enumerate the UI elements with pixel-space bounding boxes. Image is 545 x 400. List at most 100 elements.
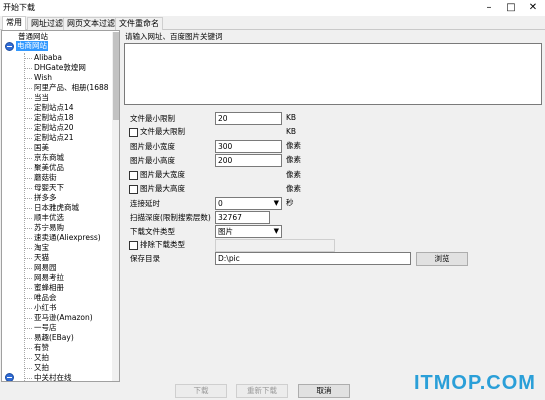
tree-scrollbar[interactable] [112, 32, 119, 381]
scrollbar-thumb[interactable] [113, 32, 119, 120]
file-max-checkbox[interactable] [129, 128, 138, 137]
tree-item[interactable]: 日本雅虎商城 [34, 203, 79, 213]
collapse-icon[interactable] [5, 42, 14, 51]
save-dir-label: 保存目录 [130, 254, 160, 263]
tree-connector [24, 58, 32, 59]
tree-item[interactable]: 拼多多 [34, 193, 57, 203]
tree-connector [24, 348, 32, 349]
minimize-icon[interactable]: – [478, 0, 500, 16]
tree-item[interactable]: 速卖通(Aliexpress) [34, 233, 101, 243]
tree-item[interactable]: 天猫 [34, 253, 49, 263]
tree-item[interactable]: 定制站点21 [34, 133, 74, 143]
tree-item[interactable]: 淘宝 [34, 243, 49, 253]
tree-item[interactable]: DHGate敦煌网 [34, 63, 86, 73]
tab-bar: 常用 网址过滤 网页文本过滤 文件重命名 [0, 16, 545, 31]
img-min-height-label: 图片最小高度 [130, 156, 175, 165]
tree-item[interactable]: 亚马逊(Amazon) [34, 313, 93, 323]
img-min-height-input[interactable]: 200 [215, 154, 282, 167]
tree-item[interactable]: 易趣(EBay) [34, 333, 74, 343]
depth-label: 扫描深度(限制搜索层数) [130, 213, 211, 222]
tree-item[interactable]: 当当 [34, 93, 49, 103]
exclude-input[interactable] [215, 239, 335, 252]
exclude-label: 排除下载类型 [140, 240, 185, 249]
save-dir-input[interactable]: D:\pic [215, 252, 411, 265]
tree-item[interactable]: 网易园 [34, 263, 57, 273]
close-icon[interactable]: ✕ [522, 0, 544, 16]
tree-connector [24, 338, 32, 339]
tree-item[interactable]: 京东商城 [34, 153, 64, 163]
title-bar: 开始下载 – □ ✕ [0, 0, 545, 16]
tree-item[interactable]: 国美 [34, 143, 49, 153]
tree-category-ecommerce[interactable]: 电商网站 [16, 41, 48, 51]
tree-item[interactable]: 网易考拉 [34, 273, 64, 283]
tree-connector [24, 128, 32, 129]
depth-input[interactable]: 32767 [215, 211, 270, 224]
redownload-button[interactable]: 重新下载 [236, 384, 288, 398]
tree-item[interactable]: 中关村在线 [34, 373, 72, 381]
file-min-input[interactable]: 20 [215, 112, 282, 125]
img-min-width-unit: 像素 [286, 141, 301, 150]
url-input[interactable] [124, 43, 542, 105]
tree-connector [24, 208, 32, 209]
chevron-down-icon: ▼ [273, 227, 279, 235]
tree-connector [24, 188, 32, 189]
tree-connector [24, 88, 32, 89]
tree-item[interactable]: 小红书 [34, 303, 57, 313]
tree-connector [24, 228, 32, 229]
img-max-height-checkbox[interactable] [129, 185, 138, 194]
tree-connector [24, 288, 32, 289]
tree-item[interactable]: Alibaba [34, 53, 62, 63]
img-min-width-label: 图片最小宽度 [130, 142, 175, 151]
tree-item[interactable]: 蜜蜂相册 [34, 283, 64, 293]
browse-button[interactable]: 浏览 [416, 252, 468, 266]
tree-item[interactable]: 又拍 [34, 353, 49, 363]
filetype-select[interactable]: 图片 ▼ [215, 225, 282, 238]
tree-connector [24, 98, 32, 99]
filetype-value: 图片 [218, 227, 233, 236]
tree-item[interactable]: 又拍 [34, 363, 49, 373]
exclude-checkbox[interactable] [129, 241, 138, 250]
tree-connector [24, 168, 32, 169]
cancel-button[interactable]: 取消 [298, 384, 350, 398]
tab-rename[interactable]: 文件重命名 [115, 17, 163, 30]
tree-item[interactable]: 定制站点14 [34, 103, 74, 113]
tab-url-filter[interactable]: 网址过滤 [27, 17, 67, 30]
img-min-width-input[interactable]: 300 [215, 140, 282, 153]
file-min-label: 文件最小限制 [130, 114, 175, 123]
tree-connector [24, 278, 32, 279]
maximize-icon[interactable]: □ [500, 0, 522, 16]
img-max-width-unit: 像素 [286, 170, 301, 179]
tree-item[interactable]: Wish [34, 73, 52, 83]
tree-connector [24, 248, 32, 249]
tree-item[interactable]: 定制站点18 [34, 113, 74, 123]
tree-connector [24, 218, 32, 219]
tree-item[interactable]: 定制站点20 [34, 123, 74, 133]
tree-item[interactable]: 顺丰优选 [34, 213, 64, 223]
tab-common[interactable]: 常用 [2, 16, 26, 31]
filetype-label: 下载文件类型 [130, 227, 175, 236]
tab-text-filter[interactable]: 网页文本过滤 [63, 17, 119, 30]
expand-icon[interactable] [5, 373, 14, 381]
tree-connector [24, 328, 32, 329]
site-tree[interactable]: 普通网站 电商网站 Alibaba DHGate敦煌网 Wish 阿里产品、相册(16… [1, 30, 120, 382]
tree-connector [24, 148, 32, 149]
delay-unit: 秒 [286, 198, 294, 207]
tree-item[interactable]: 母婴天下 [34, 183, 64, 193]
tree-item[interactable]: 阿里产品、相册(1688 [34, 83, 109, 93]
tree-item[interactable]: 有赞 [34, 343, 49, 353]
tree-item[interactable]: 聚美优品 [34, 163, 64, 173]
img-max-width-checkbox[interactable] [129, 171, 138, 180]
tree-connector [24, 378, 32, 379]
tree-connector [24, 138, 32, 139]
download-button[interactable]: 下载 [175, 384, 227, 398]
tree-connector [24, 178, 32, 179]
tree-connector [24, 158, 32, 159]
tree-item[interactable]: 苏宁易购 [34, 223, 64, 233]
delay-value: 0 [218, 199, 223, 208]
tree-item[interactable]: 唯品会 [34, 293, 57, 303]
tree-item[interactable]: 一号店 [34, 323, 57, 333]
delay-select[interactable]: 0 ▼ [215, 197, 282, 210]
tree-connector [24, 118, 32, 119]
tree-connector [24, 308, 32, 309]
tree-item[interactable]: 蘑菇街 [34, 173, 57, 183]
